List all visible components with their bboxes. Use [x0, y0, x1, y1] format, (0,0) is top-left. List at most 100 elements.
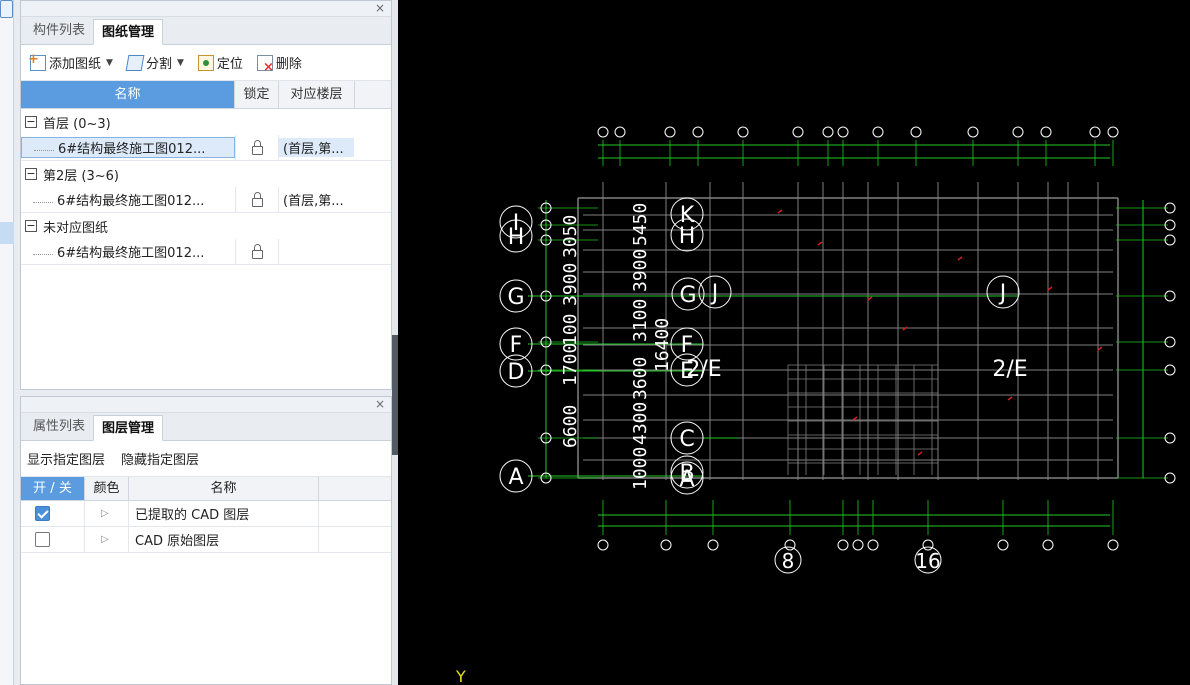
cad-red-mark: [957, 256, 963, 261]
table-row[interactable]: 6#结构最终施工图012... (首层,第...: [21, 186, 391, 213]
axis-bubble-small: [1042, 539, 1054, 551]
add-drawing-button[interactable]: 添加图纸 ▼: [25, 50, 118, 76]
axis-label: 8: [782, 549, 795, 573]
collapse-icon[interactable]: −: [25, 220, 37, 232]
cad-dimension-lines: [528, 140, 1168, 535]
collapse-icon[interactable]: −: [25, 116, 37, 128]
dimension-text: 3900: [630, 249, 651, 292]
tab-layer-management[interactable]: 图层管理: [93, 415, 164, 441]
collapse-icon[interactable]: −: [25, 168, 37, 180]
axis-bubble-small: [872, 126, 884, 138]
dimension-text: 16400: [652, 318, 673, 372]
axis-bubble-small: [822, 126, 834, 138]
axis-bubble-small: [792, 126, 804, 138]
tab-drawing-management[interactable]: 图纸管理: [93, 19, 164, 45]
color-swatch-icon[interactable]: ▷: [101, 534, 109, 545]
split-label: 分割: [145, 57, 172, 72]
axis-bubble-small: [597, 126, 609, 138]
table-row[interactable]: 6#结构最终施工图012...: [21, 238, 391, 265]
cad-dimension-texts: 6600 1700 100 3900 3050 1000 4300 3600 3…: [560, 203, 673, 490]
cad-canvas[interactable]: I H G F D A K H G J F E C B A J 2/E 2/E …: [398, 0, 1190, 685]
tree-group-first-floor[interactable]: − 首层 (0~3): [21, 109, 391, 135]
layer-checkbox[interactable]: [35, 506, 50, 521]
drawing-name: 6#结构最终施工图012...: [21, 190, 235, 209]
cad-red-mark: [867, 296, 873, 301]
column-lock[interactable]: 锁定: [235, 81, 279, 108]
axis-label: G: [507, 285, 524, 310]
dimension-text: 6600: [560, 405, 581, 448]
axis-bubble-small: [1089, 126, 1101, 138]
cad-drawing[interactable]: I H G F D A K H G J F E C B A J 2/E 2/E …: [398, 0, 1190, 685]
locate-icon: [197, 54, 214, 71]
tree-group-second-floor[interactable]: − 第2层 (3~6): [21, 161, 391, 187]
axis-label: D: [508, 360, 525, 385]
layer-management-panel: × 属性列表 图层管理 显示指定图层 隐藏指定图层 开 / 关 颜色 名称 ▷ …: [20, 396, 392, 685]
axis-label: J: [710, 281, 719, 306]
locate-button[interactable]: 定位: [193, 50, 248, 76]
column-name[interactable]: 名称: [21, 81, 235, 108]
left-strip-selection[interactable]: [0, 222, 14, 244]
cad-red-mark: [1047, 286, 1053, 291]
axis-label: C: [679, 427, 694, 452]
tree-group-label: 首层 (0~3): [43, 116, 111, 132]
tree-group-label: 第2层 (3~6): [43, 168, 119, 184]
axis-label: J: [998, 281, 1007, 306]
color-swatch-icon[interactable]: ▷: [101, 508, 109, 519]
close-icon[interactable]: ×: [375, 397, 385, 411]
drawing-toolbar: 添加图纸 ▼ 分割 ▼ 定位 删除: [21, 45, 391, 81]
axis-bubble-small: [852, 539, 864, 551]
axis-label: G: [679, 283, 696, 308]
column-color[interactable]: 颜色: [85, 477, 129, 500]
axis-label: 16: [915, 549, 940, 573]
floor-cell[interactable]: (首层,第...: [279, 190, 354, 209]
axis-bubble-small: [1040, 126, 1052, 138]
column-floor[interactable]: 对应楼层: [279, 81, 355, 108]
dimension-text: 3600: [630, 357, 651, 400]
lock-cell[interactable]: [235, 186, 279, 213]
dimension-text: 3100: [630, 299, 651, 342]
floor-cell[interactable]: (首层,第...: [279, 138, 354, 157]
axis-label: H: [679, 224, 696, 249]
split-icon: [125, 54, 145, 71]
panel-toggle-icon[interactable]: [0, 0, 13, 18]
chevron-down-icon: ▼: [106, 57, 113, 68]
axis-bubble-small: [967, 126, 979, 138]
left-strip: [0, 0, 14, 685]
cad-red-mark: [777, 209, 783, 214]
tree-group-label: 未对应图纸: [43, 220, 109, 236]
column-on-off[interactable]: 开 / 关: [21, 477, 85, 500]
axis-label: F: [510, 333, 523, 358]
cad-red-mark: [917, 451, 923, 456]
axis-bubble-small: [614, 126, 626, 138]
axis-bubble-small: [692, 126, 704, 138]
axis-y-label: Y: [455, 667, 466, 685]
dimension-text: 5450: [630, 203, 651, 246]
layer-checkbox[interactable]: [35, 532, 50, 547]
cad-red-mark: [817, 241, 823, 246]
column-layer-name[interactable]: 名称: [129, 477, 319, 500]
lock-cell[interactable]: [235, 134, 279, 161]
dimension-text: 100: [560, 313, 581, 346]
axis-label: A: [508, 465, 523, 490]
close-icon[interactable]: ×: [375, 1, 385, 15]
axis-label: H: [508, 225, 525, 250]
tab-property-list[interactable]: 属性列表: [25, 414, 93, 440]
axis-bubble-small: [707, 539, 719, 551]
table-row[interactable]: ▷ 已提取的 CAD 图层: [21, 500, 391, 527]
table-row[interactable]: ▷ CAD 原始图层: [21, 526, 391, 553]
cad-red-mark: [1097, 346, 1103, 351]
lock-cell[interactable]: [235, 238, 279, 265]
locate-label: 定位: [216, 57, 243, 72]
show-layer-button[interactable]: 显示指定图层: [27, 449, 105, 468]
lock-icon: [251, 192, 263, 207]
split-button[interactable]: 分割 ▼: [122, 50, 189, 76]
table-row[interactable]: 6#结构最终施工图012... (首层,第...: [21, 134, 391, 161]
panel-titlebar: ×: [21, 1, 391, 17]
layer-grid-header: 开 / 关 颜色 名称: [21, 477, 391, 501]
hide-layer-button[interactable]: 隐藏指定图层: [121, 449, 199, 468]
tab-component-list[interactable]: 构件列表: [25, 18, 93, 44]
axis-bubble-small: [837, 126, 849, 138]
tree-group-unassigned[interactable]: − 未对应图纸: [21, 213, 391, 239]
delete-button[interactable]: 删除: [252, 50, 307, 76]
axis-bubble-small: [997, 539, 1009, 551]
